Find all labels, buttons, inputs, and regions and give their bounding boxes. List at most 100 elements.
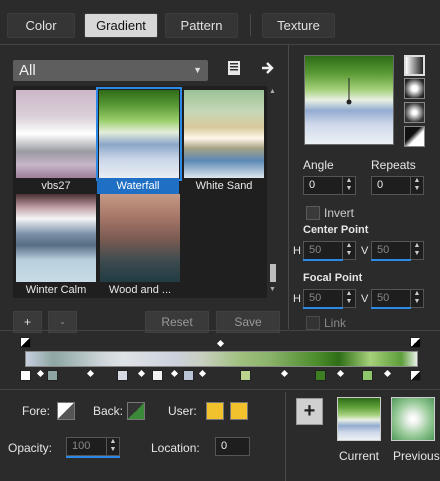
- scroll-down-arrow[interactable]: ▼: [269, 286, 276, 293]
- color-stop[interactable]: [183, 370, 194, 381]
- focal-h-slider[interactable]: [303, 307, 343, 309]
- center-h-input[interactable]: 50 ▲ ▼: [303, 241, 356, 260]
- gradient-editor-bar[interactable]: [25, 351, 418, 367]
- color-stop[interactable]: [47, 370, 58, 381]
- category-select[interactable]: All ▼: [13, 60, 208, 81]
- center-v-slider[interactable]: [371, 259, 411, 261]
- tab-texture[interactable]: Texture: [262, 13, 335, 38]
- center-h-label: H: [293, 245, 301, 257]
- opacity-input[interactable]: 100 ▲ ▼: [66, 437, 120, 456]
- angle-label: Angle: [303, 158, 334, 172]
- center-v-input[interactable]: 50 ▲ ▼: [371, 241, 424, 260]
- add-swatch-button[interactable]: +: [296, 398, 323, 425]
- location-label: Location:: [151, 441, 200, 455]
- gradient-gallery: vbs27 Waterfall White Sand Winter Calm W…: [13, 86, 267, 298]
- angle-value: 0: [309, 179, 316, 191]
- invert-label: Invert: [324, 206, 355, 220]
- transparency-stop-end[interactable]: [410, 337, 421, 348]
- angle-handle-icon[interactable]: [305, 56, 393, 144]
- location-input[interactable]: 0: [215, 437, 250, 456]
- tab-gradient[interactable]: Gradient: [84, 13, 158, 38]
- tab-pattern[interactable]: Pattern: [165, 13, 238, 38]
- center-h-slider[interactable]: [303, 259, 343, 261]
- save-icon[interactable]: [226, 60, 242, 76]
- color-midpoint[interactable]: [336, 369, 345, 378]
- focal-v-label: V: [361, 293, 369, 305]
- current-label: Current: [339, 449, 380, 463]
- user-swatch[interactable]: [206, 402, 224, 420]
- focal-h-input[interactable]: 50 ▲ ▼: [303, 289, 356, 308]
- color-stop[interactable]: [362, 370, 373, 381]
- color-midpoint[interactable]: [137, 369, 146, 378]
- location-value: 0: [221, 440, 228, 452]
- color-midpoint[interactable]: [198, 369, 207, 378]
- focal-v-slider[interactable]: [371, 307, 411, 309]
- color-stop[interactable]: [240, 370, 251, 381]
- tab-color[interactable]: Color: [7, 13, 75, 38]
- gradient-thumb-waterfall[interactable]: [99, 90, 179, 178]
- center-h-value: 50: [309, 244, 322, 256]
- user-swatch-alt[interactable]: [230, 402, 248, 420]
- thumb-label: Winter Calm: [25, 284, 87, 296]
- opacity-value: 100: [72, 440, 91, 452]
- rectangular-style-button[interactable]: [404, 78, 425, 99]
- color-midpoint[interactable]: [280, 369, 289, 378]
- current-swatch[interactable]: [337, 397, 381, 441]
- angle-input[interactable]: 0 ▲ ▼: [303, 176, 356, 195]
- gallery-scrollbar[interactable]: ▲ ▼: [268, 86, 278, 298]
- spinner-icon[interactable]: ▲ ▼: [410, 290, 423, 307]
- color-midpoint[interactable]: [383, 369, 392, 378]
- thumb-label: White Sand: [195, 180, 253, 192]
- spinner-icon[interactable]: ▲ ▼: [410, 242, 423, 259]
- focal-h-label: H: [293, 293, 301, 305]
- focal-v-input[interactable]: 50 ▲ ▼: [371, 289, 424, 308]
- color-stop[interactable]: [152, 370, 163, 381]
- color-stop[interactable]: [20, 370, 31, 381]
- spinner-icon[interactable]: ▲ ▼: [410, 177, 423, 194]
- gradient-thumb-vbs27[interactable]: [16, 90, 96, 178]
- arrow-right-icon[interactable]: [260, 60, 276, 76]
- panel-divider: [288, 44, 289, 329]
- scroll-thumb[interactable]: [270, 264, 276, 282]
- spinner-icon[interactable]: ▲ ▼: [342, 242, 355, 259]
- focal-point-label: Focal Point: [303, 272, 363, 284]
- opacity-label: Opacity:: [8, 441, 53, 455]
- sunburst-style-button[interactable]: [404, 126, 425, 147]
- editor-divider: [0, 330, 440, 331]
- spinner-icon[interactable]: ▲ ▼: [106, 438, 119, 455]
- chevron-down-icon: ▼: [193, 65, 202, 75]
- scroll-up-arrow[interactable]: ▲: [269, 88, 276, 95]
- center-v-value: 50: [377, 244, 390, 256]
- invert-checkbox[interactable]: [306, 206, 320, 220]
- back-swatch[interactable]: [127, 402, 145, 420]
- repeats-input[interactable]: 0 ▲ ▼: [371, 176, 424, 195]
- header-divider: [0, 44, 440, 45]
- color-midpoint[interactable]: [86, 369, 95, 378]
- linear-style-button[interactable]: [404, 55, 425, 76]
- color-stop[interactable]: [117, 370, 128, 381]
- gradient-thumb-wood[interactable]: [100, 194, 180, 282]
- category-select-value: All: [19, 62, 36, 79]
- transparency-stop-start[interactable]: [20, 337, 31, 348]
- focal-v-value: 50: [377, 292, 390, 304]
- editor-bottom-divider: [0, 389, 440, 390]
- link-checkbox[interactable]: [306, 316, 320, 330]
- spinner-icon[interactable]: ▲ ▼: [342, 290, 355, 307]
- previous-swatch[interactable]: [391, 397, 435, 441]
- color-midpoint[interactable]: [36, 369, 45, 378]
- color-stop-selected[interactable]: [410, 370, 421, 381]
- gradient-preview[interactable]: [304, 55, 394, 145]
- color-stop[interactable]: [315, 370, 326, 381]
- footer-divider: [285, 392, 286, 481]
- color-midpoint[interactable]: [170, 369, 179, 378]
- spinner-icon[interactable]: ▲ ▼: [342, 177, 355, 194]
- fore-swatch[interactable]: [57, 402, 75, 420]
- back-label: Back:: [93, 404, 124, 418]
- radial-style-button[interactable]: [404, 102, 425, 123]
- transparency-midpoint[interactable]: [216, 339, 225, 348]
- link-label: Link: [324, 316, 347, 330]
- gradient-thumb-winter-calm[interactable]: [16, 194, 96, 282]
- gradient-thumb-white-sand[interactable]: [184, 90, 264, 178]
- opacity-slider[interactable]: [66, 456, 120, 458]
- center-point-label: Center Point: [303, 224, 369, 236]
